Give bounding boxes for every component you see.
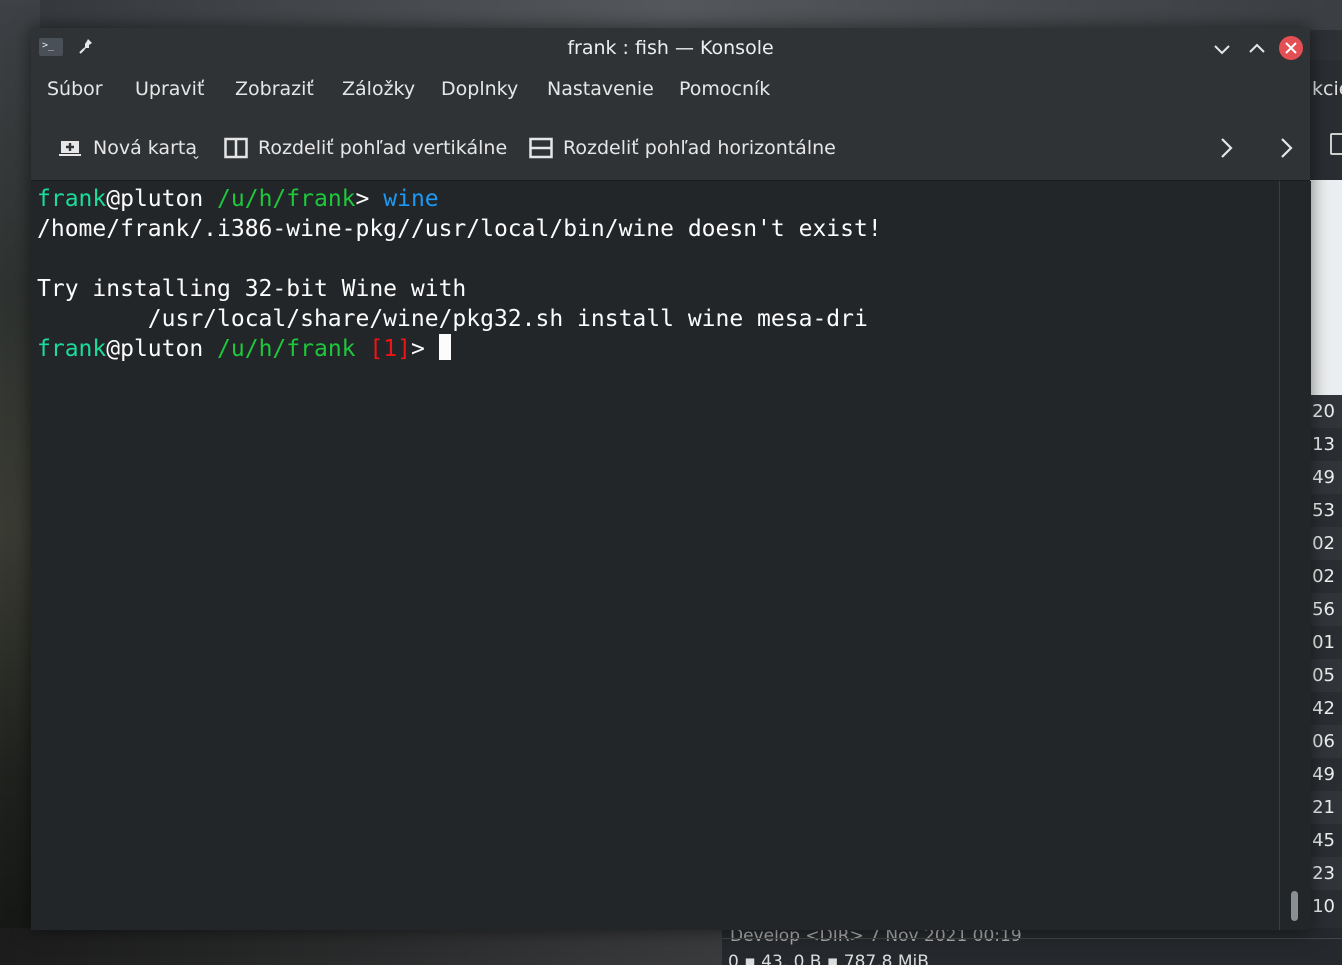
- split-horizontal-label: Rozdeliť pohľad horizontálne: [563, 137, 836, 159]
- window-title: frank : fish — Konsole: [567, 37, 774, 59]
- chevron-up-icon: [1249, 43, 1265, 53]
- background-window-bottom: Develop <DIR> 7 Nov 2021 00:19 0 ▪ 43, 0…: [722, 928, 1342, 965]
- background-list-row[interactable]: :49: [1310, 758, 1342, 791]
- maximize-button[interactable]: [1246, 38, 1268, 60]
- background-row-time: :05: [1310, 665, 1335, 686]
- prompt-symbol: >: [410, 336, 425, 362]
- background-list-row[interactable]: :20: [1310, 395, 1342, 428]
- menu-help[interactable]: Pomocník: [679, 78, 770, 100]
- background-row-time: :06: [1310, 731, 1335, 752]
- trash-icon: [1330, 133, 1342, 155]
- menu-settings[interactable]: Nastavenie: [547, 78, 654, 100]
- split-horizontal-icon: [529, 137, 553, 159]
- background-row-time: :49: [1310, 467, 1335, 488]
- prompt-user: frank: [37, 186, 107, 212]
- terminal-output[interactable]: frank@pluton /u/h/frank> wine /home/fran…: [31, 181, 1279, 930]
- background-list-row[interactable]: :02: [1310, 527, 1342, 560]
- new-tab-icon: [59, 137, 83, 159]
- terminal-scrollbar[interactable]: [1279, 181, 1311, 930]
- background-window[interactable]: kcie :56 :20 :13 :49 :53 :02 :02 :56 :01 :05 :42 :0…: [1310, 60, 1342, 930]
- menu-bookmarks[interactable]: Záložky: [342, 78, 415, 100]
- background-list-row[interactable]: :42: [1310, 692, 1342, 725]
- terminal-line-1: frank@pluton /u/h/frank> wine: [37, 184, 439, 214]
- minimize-button[interactable]: [1211, 38, 1233, 60]
- split-vertical-label: Rozdeliť pohľad vertikálne: [258, 137, 508, 159]
- terminal-line-6: frank@pluton /u/h/frank [1]>: [37, 334, 451, 364]
- background-row-time: :56: [1310, 599, 1335, 620]
- exit-status: [1]: [369, 336, 411, 362]
- background-row-time: :20: [1310, 401, 1335, 422]
- split-vertical-icon: [224, 137, 248, 159]
- background-row-time: :42: [1310, 698, 1335, 719]
- chevron-right-icon: [1281, 138, 1293, 158]
- terminal-line-4: Try installing 32-bit Wine with: [37, 276, 467, 302]
- split-vertical-button[interactable]: Rozdeliť pohľad vertikálne: [224, 134, 507, 162]
- background-list-row[interactable]: :06: [1310, 725, 1342, 758]
- prompt-path: /u/h/frank: [217, 186, 356, 212]
- split-horizontal-button[interactable]: Rozdeliť pohľad horizontálne: [529, 134, 836, 162]
- text-cursor[interactable]: [438, 334, 451, 360]
- desktop-background-bottom: [0, 928, 722, 965]
- background-list-row[interactable]: :10: [1310, 890, 1342, 923]
- background-list-row[interactable]: :23: [1310, 857, 1342, 890]
- close-button[interactable]: [1279, 36, 1303, 60]
- background-list-row[interactable]: :56: [1310, 362, 1342, 395]
- chevron-down-icon: [1214, 45, 1230, 55]
- menu-plugins[interactable]: Doplnky: [441, 78, 518, 100]
- prompt-host: @pluton: [106, 186, 204, 212]
- chevron-right-icon: [1221, 138, 1233, 158]
- background-list-row[interactable]: :53: [1310, 494, 1342, 527]
- toolbar-overflow-button-2[interactable]: [1273, 134, 1299, 162]
- konsole-window: >_ frank : fish — Konsole Súbor Upraviť: [31, 28, 1311, 930]
- prompt-user: frank: [37, 336, 107, 362]
- menu-edit[interactable]: Upraviť: [135, 78, 204, 100]
- terminal-line-5: /usr/local/share/wine/pkg32.sh install w…: [37, 306, 868, 332]
- scrollbar-thumb[interactable]: [1291, 891, 1298, 921]
- background-row-time: :01: [1310, 632, 1335, 653]
- background-row-time: :02: [1310, 566, 1335, 587]
- menu-view[interactable]: Zobraziť: [235, 78, 314, 100]
- prompt-symbol: >: [355, 186, 370, 212]
- background-list-row[interactable]: :45: [1310, 824, 1342, 857]
- background-list-row[interactable]: :05: [1310, 659, 1342, 692]
- toolbar-overflow-button[interactable]: [1213, 134, 1239, 162]
- background-row-time: :45: [1310, 830, 1335, 851]
- background-row-time: :49: [1310, 764, 1335, 785]
- toolbar: Nová karta ⌄ Rozdeliť pohľad vertikálne …: [31, 114, 1310, 181]
- background-row-time: :56: [1310, 368, 1335, 389]
- new-tab-button[interactable]: Nová karta ⌄: [59, 134, 201, 162]
- background-time-list: :56 :20 :13 :49 :53 :02 :02 :56 :01 :05 :42 :06 :49:…: [1310, 362, 1342, 923]
- background-list-row[interactable]: :01: [1310, 626, 1342, 659]
- background-list-row[interactable]: :49: [1310, 461, 1342, 494]
- background-list-row[interactable]: :02: [1310, 560, 1342, 593]
- background-row-time: :23: [1310, 863, 1335, 884]
- menu-file[interactable]: Súbor: [47, 78, 103, 100]
- background-row-time: :02: [1310, 533, 1335, 554]
- menu-bar: Súbor Upraviť Zobraziť Záložky Doplnky N…: [31, 68, 1310, 114]
- background-list-row[interactable]: :13: [1310, 428, 1342, 461]
- background-row-time: :10: [1310, 896, 1335, 917]
- background-list-row[interactable]: :21: [1310, 791, 1342, 824]
- title-bar[interactable]: >_ frank : fish — Konsole: [31, 28, 1310, 68]
- chevron-down-icon[interactable]: ⌄: [191, 148, 201, 162]
- background-row-time: :13: [1310, 434, 1335, 455]
- background-row-time: :21: [1310, 797, 1335, 818]
- close-icon: [1285, 42, 1297, 54]
- background-menu-fragment: kcie: [1312, 78, 1342, 100]
- terminal-line-2: /home/frank/.i386-wine-pkg//usr/local/bi…: [37, 216, 882, 242]
- background-status-bar: 0 ▪ 43, 0 B ▪ 787,8 MiB: [728, 952, 929, 965]
- prompt-host: @pluton: [106, 336, 204, 362]
- divider: [722, 938, 1342, 939]
- new-tab-label: Nová karta: [93, 137, 197, 159]
- command-text: wine: [383, 186, 439, 212]
- background-list-row[interactable]: :56: [1310, 593, 1342, 626]
- background-row-time: :53: [1310, 500, 1335, 521]
- desktop-background-top: [0, 0, 1342, 30]
- prompt-path: /u/h/frank: [217, 336, 356, 362]
